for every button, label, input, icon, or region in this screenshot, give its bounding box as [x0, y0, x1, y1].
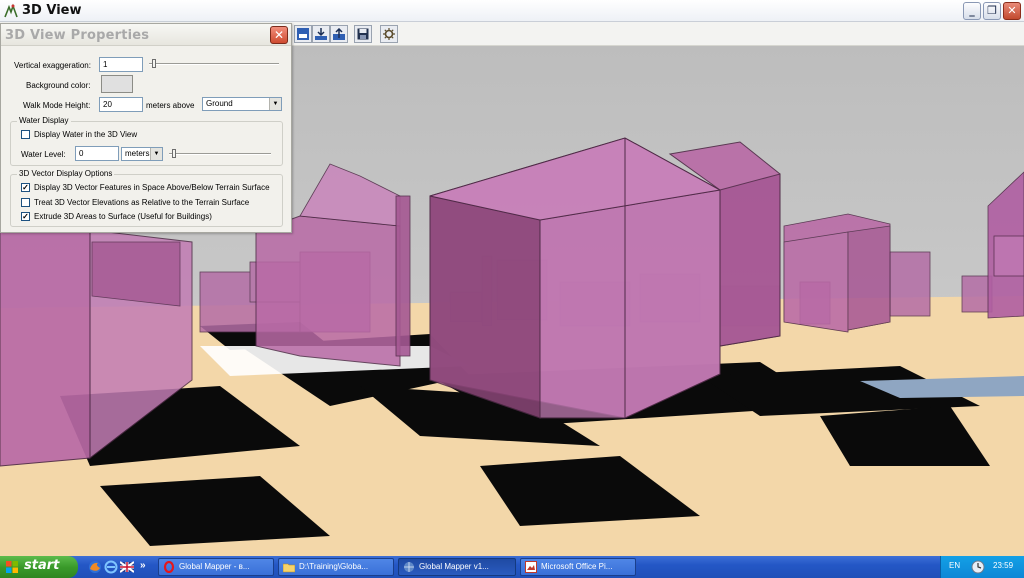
vertical-exaggeration-thumb[interactable] — [152, 59, 156, 68]
display-3d-vector-label: Display 3D Vector Features in Space Abov… — [34, 183, 270, 192]
relative-elevations-checkbox[interactable] — [21, 198, 30, 207]
view-down-button[interactable] — [312, 25, 330, 43]
save-icon — [357, 28, 369, 40]
tray-clock: 23:59 — [993, 561, 1014, 570]
task-label: Global Mapper - в... — [179, 562, 250, 571]
settings-icon — [383, 28, 395, 40]
water-level-field[interactable]: 0 — [75, 146, 119, 161]
water-level-unit-select[interactable]: meters ▼ — [121, 147, 163, 161]
task-label: Microsoft Office Pi... — [541, 562, 613, 571]
panel-header[interactable]: 3D View Properties ✕ — [1, 24, 291, 46]
minimize-button[interactable]: _ — [963, 2, 981, 20]
chevron-down-icon: ▼ — [269, 98, 281, 110]
opera-icon — [163, 561, 175, 573]
clock-tray-icon[interactable] — [971, 560, 985, 574]
app-icon — [4, 3, 18, 18]
view-up-button[interactable] — [330, 25, 348, 43]
walk-mode-reference-value: Ground — [206, 99, 233, 108]
view-top-button[interactable] — [294, 25, 312, 43]
start-button[interactable]: start — [0, 556, 78, 578]
vertical-exaggeration-label: Vertical exaggeration: — [14, 61, 91, 70]
water-level-slider[interactable] — [169, 153, 271, 155]
globe-icon — [404, 562, 414, 572]
taskbar: start » Global Mapper - в... D:\Training… — [0, 556, 1024, 578]
taskbar-item-global-mapper[interactable]: Global Mapper v1... — [398, 558, 516, 576]
walk-mode-height-field[interactable]: 20 — [99, 97, 143, 112]
start-label: start — [24, 558, 60, 573]
background-color-label: Background color: — [26, 81, 91, 90]
firefox-icon[interactable] — [88, 560, 102, 574]
water-level-thumb[interactable] — [172, 149, 176, 158]
background-color-swatch[interactable] — [101, 75, 133, 93]
window-title: 3D View — [22, 3, 82, 18]
task-label: D:\Training\Globa... — [299, 562, 369, 571]
display-3d-vector-checkbox[interactable]: ✓ — [21, 183, 30, 192]
walk-mode-unit-label: meters above — [146, 101, 195, 110]
picture-icon — [525, 561, 537, 573]
uk-flag-icon[interactable] — [120, 560, 134, 574]
task-label: Global Mapper v1... — [419, 562, 489, 571]
vector-options-group-title: 3D Vector Display Options — [17, 169, 115, 178]
settings-button[interactable] — [380, 25, 398, 43]
panel-title: 3D View Properties — [5, 28, 150, 43]
view-up-icon — [333, 28, 345, 40]
building-main — [429, 137, 722, 419]
walk-mode-label: Walk Mode Height: — [23, 101, 91, 110]
extrude-areas-checkbox[interactable]: ✓ — [21, 212, 30, 221]
taskbar-item-training-folder[interactable]: D:\Training\Globa... — [278, 558, 394, 576]
water-level-unit-value: meters — [125, 149, 150, 158]
view-top-icon — [297, 28, 309, 40]
water-level-label: Water Level: — [21, 150, 66, 159]
view-down-icon — [315, 28, 327, 40]
taskbar-item-office-picture[interactable]: Microsoft Office Pi... — [520, 558, 636, 576]
windows-logo-icon — [6, 561, 18, 573]
show-water-checkbox[interactable] — [21, 130, 30, 139]
window-titlebar: 3D View _ ❐ ✕ — [0, 0, 1024, 22]
save-button[interactable] — [354, 25, 372, 43]
taskbar-item-global-mapper-opera[interactable]: Global Mapper - в... — [158, 558, 274, 576]
ie-icon[interactable] — [104, 560, 118, 574]
building-mid-right — [783, 213, 891, 333]
vector-options-group: 3D Vector Display Options ✓ Display 3D V… — [10, 169, 283, 227]
vertical-exaggeration-slider[interactable] — [149, 63, 279, 65]
folder-icon — [283, 563, 295, 573]
language-indicator[interactable]: EN — [949, 561, 960, 570]
panel-close-button[interactable]: ✕ — [270, 26, 288, 44]
system-tray: EN 23:59 — [940, 556, 1024, 578]
restore-button[interactable]: ❐ — [983, 2, 1001, 20]
water-display-group: Water Display Display Water in the 3D Vi… — [10, 116, 283, 166]
close-button[interactable]: ✕ — [1003, 2, 1021, 20]
properties-panel: 3D View Properties ✕ Vertical exaggerati… — [0, 23, 292, 233]
quicklaunch-more-icon[interactable]: » — [140, 560, 154, 574]
relative-elevations-label: Treat 3D Vector Elevations as Relative t… — [34, 198, 250, 207]
extrude-areas-label: Extrude 3D Areas to Surface (Useful for … — [34, 212, 212, 221]
chevron-down-icon: ▼ — [150, 148, 162, 160]
walk-mode-reference-select[interactable]: Ground ▼ — [202, 97, 282, 111]
vertical-exaggeration-field[interactable]: 1 — [99, 57, 143, 72]
water-display-group-title: Water Display — [17, 116, 71, 125]
building-right-edge — [987, 171, 1024, 319]
show-water-label: Display Water in the 3D View — [34, 130, 138, 139]
